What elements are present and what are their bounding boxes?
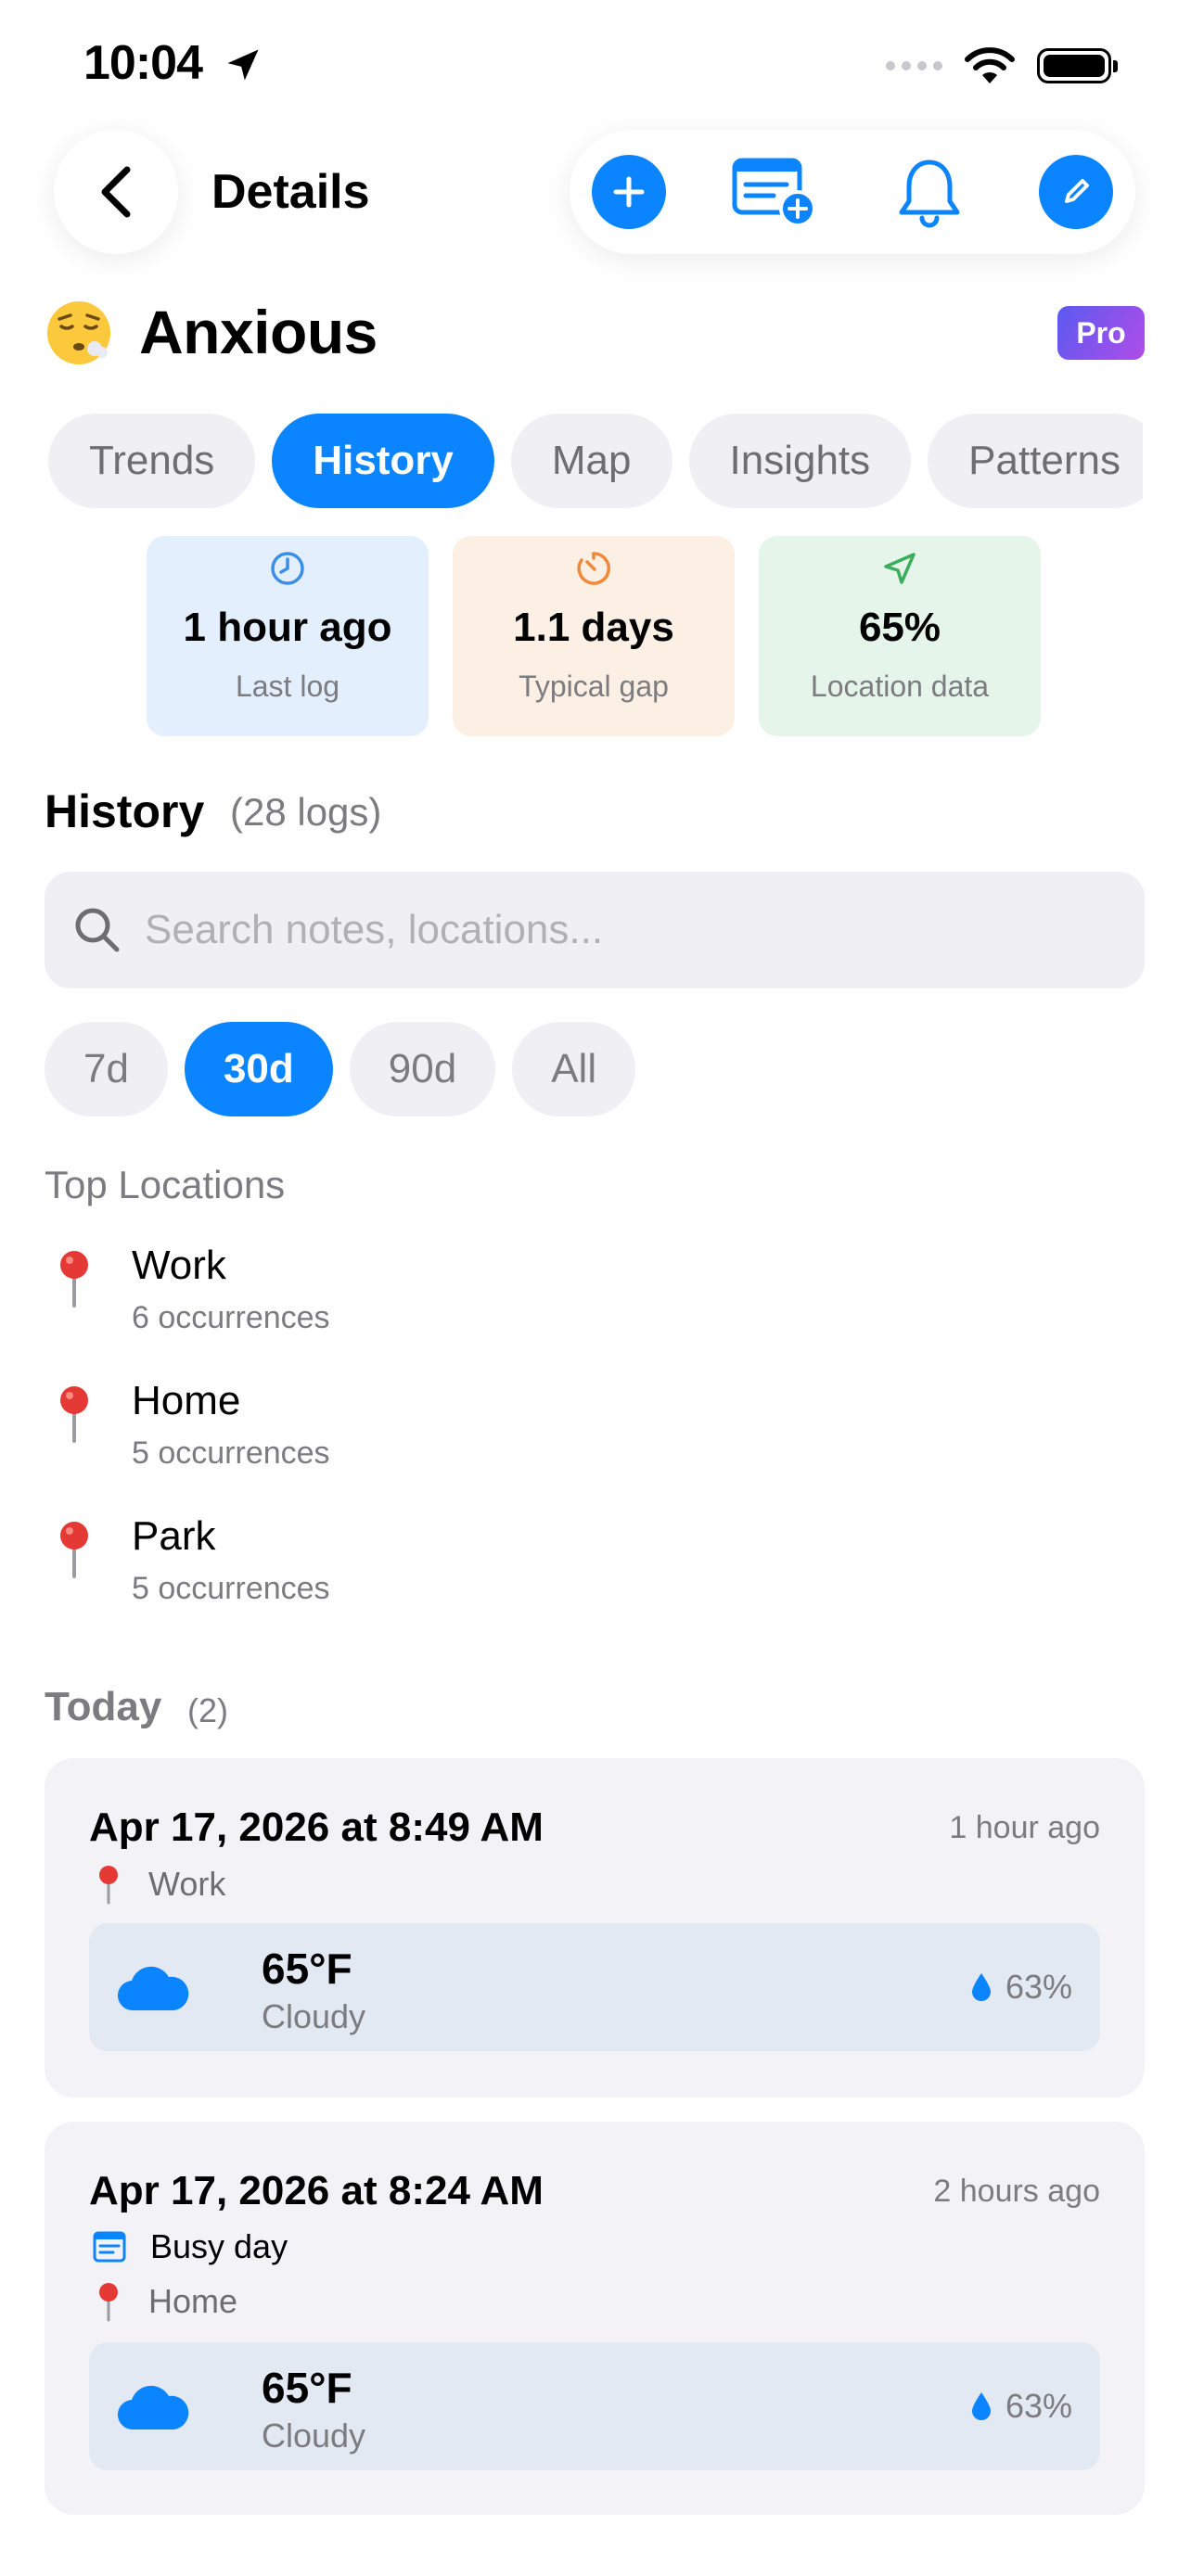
entry-note-text: Busy day [150,2227,288,2265]
pencil-icon [1065,179,1089,203]
back-button[interactable] [54,130,178,254]
today-header: Today [45,1684,162,1729]
entry-date: Apr 17, 2026 at 8:24 AM [89,2168,544,2213]
status-bar: 10:04 [0,0,1191,130]
pushpin-icon [60,1522,88,1578]
weather-condition: Cloudy [262,1997,366,2035]
range-7d[interactable]: 7d [45,1022,168,1116]
location-name: Park [132,1513,216,1559]
add-log-button[interactable] [592,155,666,229]
pushpin-icon [60,1386,88,1443]
timer-icon [577,552,610,585]
tab-patterns[interactable]: Patterns [928,414,1143,508]
humidity-value: 63% [1005,2387,1072,2425]
weather-humidity: 63% [970,1968,1072,2007]
cellular-signal-icon [886,61,942,70]
location-arrow-icon [884,553,916,584]
wifi-icon [965,47,1015,83]
stat-value: 1.1 days [513,605,674,650]
pushpin-icon [99,2283,118,2322]
entry-relative-time: 2 hours ago [933,2174,1100,2209]
weather-panel: 65°F Cloudy 63% [89,2342,1100,2470]
tab-map[interactable]: Map [510,414,672,508]
stat-typical-gap: 1.1 days Typical gap [453,536,735,736]
entry-location: Work [93,1864,225,1905]
location-item-park[interactable]: Park 5 occurrences [48,1513,698,1625]
location-name: Home [132,1378,241,1423]
today-count: (2) [187,1691,228,1729]
tab-history[interactable]: History [272,414,494,508]
humidity-value: 63% [1005,1968,1072,2006]
top-locations-title: Top Locations [45,1163,286,1206]
pushpin-icon [99,1866,118,1905]
weather-temperature: 65°F [262,1945,352,1993]
log-entry-card[interactable]: Apr 17, 2026 at 8:49 AM 1 hour ago Work … [45,1758,1145,2098]
note-icon [93,2231,126,2263]
range-filter: 7d 30d 90d All [45,1022,636,1116]
search-input[interactable] [145,907,1072,953]
search-bar[interactable] [45,872,1145,988]
log-entry-card[interactable]: Apr 17, 2026 at 8:24 AM 2 hours ago Busy… [45,2122,1145,2515]
stat-last-log: 1 hour ago Last log [147,536,429,736]
plus-icon [613,176,645,208]
mood-title: Anxious [139,298,378,366]
entry-location-text: Home [148,2282,238,2320]
stat-label: Typical gap [519,670,669,703]
stat-cards: 1 hour ago Last log 1.1 days Typical gap… [147,536,1041,736]
range-all[interactable]: All [512,1022,636,1116]
cloud-icon [117,1966,189,2011]
weather-humidity: 63% [970,2387,1072,2426]
pro-badge[interactable]: Pro [1057,306,1145,360]
range-90d[interactable]: 90d [349,1022,496,1116]
entry-location: Home [93,2281,237,2322]
anxious-face-icon [47,301,110,364]
history-count: (28 logs) [230,790,382,834]
tab-bar: Trends History Map Insights Patterns [48,414,1143,510]
stat-label: Last log [235,670,340,703]
location-count: 5 occurrences [132,1435,330,1471]
location-item-home[interactable]: Home 5 occurrences [48,1378,698,1489]
edit-button[interactable] [1039,155,1113,229]
tab-insights[interactable]: Insights [688,414,912,508]
search-icon [75,908,120,952]
pushpin-icon [60,1251,88,1307]
stat-value: 1 hour ago [183,605,392,650]
reminder-button[interactable] [885,147,974,236]
bell-icon [899,159,960,228]
entry-relative-time: 1 hour ago [949,1810,1100,1845]
status-indicators [886,46,1118,85]
status-time: 10:04 [83,36,203,90]
droplet-icon [971,2392,991,2420]
location-name: Work [132,1243,226,1288]
tab-trends[interactable]: Trends [48,414,256,508]
weather-temperature: 65°F [262,2364,352,2412]
weather-condition: Cloudy [262,2417,366,2455]
entry-location-text: Work [148,1865,226,1903]
location-item-work[interactable]: Work 6 occurrences [48,1243,698,1354]
page-title: Details [211,165,370,219]
history-title: History [45,785,205,837]
chevron-left-icon [101,166,131,218]
cloud-icon [117,2385,189,2430]
entry-date: Apr 17, 2026 at 8:49 AM [89,1804,544,1850]
entry-note: Busy day [93,2227,288,2266]
battery-icon [1037,48,1118,83]
droplet-icon [971,1973,991,2001]
stat-label: Location data [810,670,990,703]
location-count: 6 occurrences [132,1300,330,1335]
stat-location-data: 65% Location data [759,536,1041,736]
clock-icon [271,552,304,585]
location-count: 5 occurrences [132,1571,330,1606]
location-arrow-icon [227,49,259,81]
add-note-button[interactable] [731,147,820,236]
weather-panel: 65°F Cloudy 63% [89,1923,1100,2051]
toolbar-actions [570,130,1135,254]
stat-value: 65% [858,605,941,650]
range-30d[interactable]: 30d [184,1022,333,1116]
note-plus-icon [732,158,816,227]
